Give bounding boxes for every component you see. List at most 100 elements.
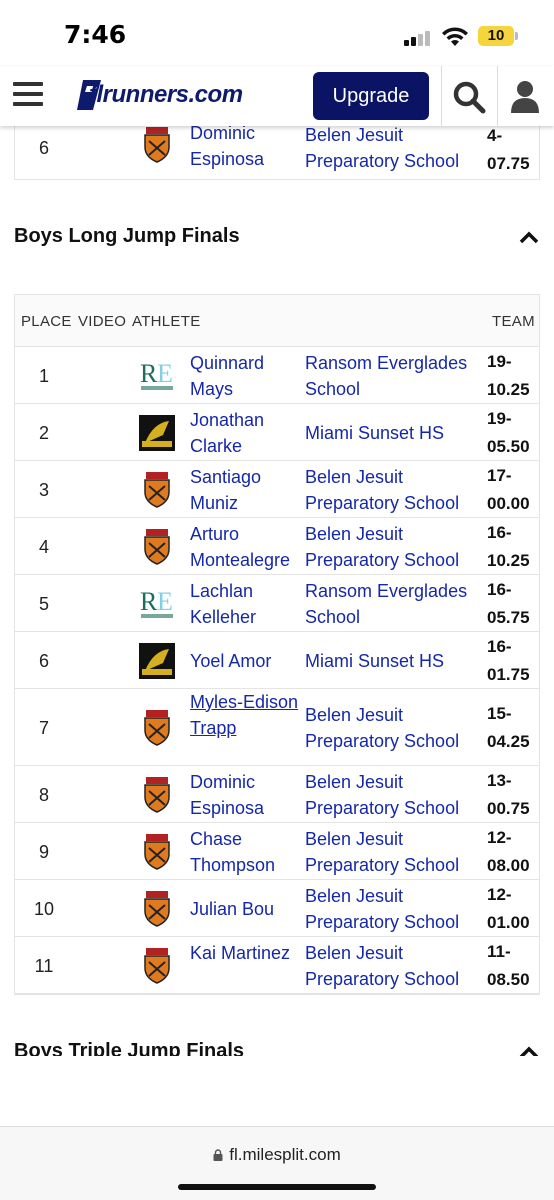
mark-value: 16-10.25	[487, 522, 530, 570]
place-value: 4	[38, 536, 49, 557]
url-display[interactable]: fl.milesplit.com	[0, 1145, 554, 1165]
athlete-link[interactable]: Myles-Edison Trapp	[190, 689, 300, 741]
table-row: 10 Julian Bou Belen Jesuit Preparatory Sch…	[15, 880, 539, 937]
hamburger-menu-icon[interactable]	[13, 82, 43, 108]
team-link[interactable]: Ransom Everglades School	[305, 350, 485, 402]
mark-value: 13-00.75	[487, 770, 530, 818]
belen-shield-icon	[144, 471, 170, 508]
status-time: 7:46	[64, 20, 127, 49]
mark-value: 15-04.25	[487, 703, 530, 751]
table-row: 6 Yoel Amor Miami Sunset HS 16-01.75	[15, 632, 539, 689]
battery-cap	[515, 32, 518, 40]
place-value: 6	[38, 138, 49, 158]
athlete-link[interactable]: Arturo Montealegre	[190, 521, 300, 573]
mark-value: 11-08.50	[487, 941, 530, 989]
team-link[interactable]: Belen Jesuit Preparatory School	[305, 464, 485, 516]
svg-text:R: R	[140, 587, 158, 616]
flrunners-logo[interactable]: flrunners.com	[75, 76, 255, 116]
mark-value: 4-07.75	[487, 126, 530, 173]
search-icon[interactable]	[452, 80, 486, 114]
place-value: 11	[34, 955, 54, 976]
ransom-everglades-icon: RE	[140, 359, 173, 390]
team-link[interactable]: Belen Jesuit Preparatory School	[305, 940, 485, 992]
belen-shield-icon	[144, 890, 170, 927]
table-header: PLACE VIDEO ATHLETE TEAM	[15, 295, 539, 347]
place-value: 2	[38, 422, 49, 443]
upgrade-button[interactable]: Upgrade	[313, 72, 429, 120]
lock-icon	[213, 1149, 223, 1161]
belen-shield-icon	[144, 776, 170, 813]
header-divider	[497, 66, 498, 126]
table-row: 5 R E Lachlan Kelleher Ransom Everglades Sch…	[15, 575, 539, 632]
team-link[interactable]: Belen Jesuit Preparatory School	[305, 769, 485, 821]
svg-text:R: R	[140, 359, 158, 388]
place-value: 10	[33, 898, 55, 919]
mark-value: 19-05.50	[487, 408, 530, 456]
mark-value: 12-01.00	[487, 884, 530, 932]
belen-shield-icon	[144, 528, 170, 565]
athlete-link[interactable]: Kai Martinez	[190, 940, 300, 966]
place-value: 8	[38, 784, 49, 805]
team-link[interactable]: Miami Sunset HS	[305, 420, 485, 446]
athlete-link[interactable]: Santiago Muniz	[190, 464, 300, 516]
column-header-team: TEAM	[492, 313, 535, 330]
chevron-up-icon[interactable]	[518, 230, 540, 244]
athlete-link[interactable]: Yoel Amor	[190, 648, 300, 674]
team-link[interactable]: Belen Jesuit Preparatory School	[305, 122, 485, 174]
table-row: 11 Kai Martinez Belen Jesuit Preparatory S…	[15, 937, 539, 994]
header-divider	[441, 66, 442, 126]
place-value: 7	[38, 717, 49, 738]
athlete-link[interactable]: Dominic Espinosa	[190, 120, 300, 172]
athlete-link[interactable]: Dominic Espinosa	[190, 769, 300, 821]
belen-shield-icon	[144, 709, 170, 746]
team-link[interactable]: Belen Jesuit Preparatory School	[305, 883, 485, 935]
svg-text:E: E	[157, 359, 173, 388]
belen-shield-icon	[144, 127, 170, 163]
mark-value: 17-00.00	[487, 465, 530, 513]
user-account-icon[interactable]	[508, 79, 542, 115]
team-link[interactable]: Miami Sunset HS	[305, 648, 485, 674]
belen-shield-icon	[144, 947, 170, 984]
athlete-link[interactable]: Quinnard Mays	[190, 350, 300, 402]
logo-text: flrunners.com	[89, 81, 243, 108]
table-row: 9 Chase Thompson Belen Jesuit Preparatory …	[15, 823, 539, 880]
place-value: 5	[38, 593, 49, 614]
miami-sunset-icon	[139, 414, 175, 451]
svg-text:E: E	[157, 587, 173, 616]
column-header-video: VIDEO	[78, 313, 127, 330]
mark-value: 19-10.25	[487, 351, 530, 399]
table-row: 8 Dominic Espinosa Belen Jesuit Preparator…	[15, 766, 539, 823]
mark-value: 12-08.00	[487, 827, 530, 875]
table-row: 2 Jonathan Clarke Miami Sunset HS 19-05.50	[15, 404, 539, 461]
place-value: 9	[38, 841, 49, 862]
app-header: flrunners.com Upgrade	[0, 66, 554, 126]
team-link[interactable]: Belen Jesuit Preparatory School	[305, 702, 485, 754]
team-link[interactable]: Ransom Everglades School	[305, 578, 485, 630]
wifi-icon	[442, 27, 468, 46]
table-row: 4 Arturo Montealegre Belen Jesuit Preparat…	[15, 518, 539, 575]
place-value: 1	[38, 365, 49, 386]
place-value: 6	[38, 650, 49, 671]
viewport-bottom	[0, 1056, 554, 1126]
url-text: fl.milesplit.com	[229, 1145, 341, 1164]
belen-shield-icon	[144, 833, 170, 870]
team-link[interactable]: Belen Jesuit Preparatory School	[305, 826, 485, 878]
status-bar: 7:46 10	[0, 0, 554, 70]
home-indicator[interactable]	[178, 1184, 376, 1190]
table-row: 3 Santiago Muniz Belen Jesuit Preparatory …	[15, 461, 539, 518]
athlete-link[interactable]: Lachlan Kelleher	[190, 578, 300, 630]
athlete-link[interactable]: Chase Thompson	[190, 826, 300, 878]
battery-indicator: 10	[478, 26, 514, 46]
team-link[interactable]: Belen Jesuit Preparatory School	[305, 521, 485, 573]
place-value: 3	[38, 479, 49, 500]
browser-url-bar[interactable]: fl.milesplit.com	[0, 1126, 554, 1200]
long-jump-results-table: PLACE VIDEO ATHLETE TEAM 1 R E Quinnard May…	[14, 294, 540, 995]
athlete-link[interactable]: Julian Bou	[190, 896, 300, 922]
section-title-long-jump[interactable]: Boys Long Jump Finals	[14, 225, 240, 248]
cellular-signal-icon	[404, 30, 434, 46]
table-row: 7 Myles-Edison Trapp Belen Jesuit Preparat…	[15, 689, 539, 766]
mark-value: 16-05.75	[487, 579, 530, 627]
column-header-athlete: ATHLETE	[132, 313, 201, 330]
table-row: 1 R E Quinnard Mays Ransom Everglades School…	[15, 347, 539, 404]
athlete-link[interactable]: Jonathan Clarke	[190, 407, 300, 459]
